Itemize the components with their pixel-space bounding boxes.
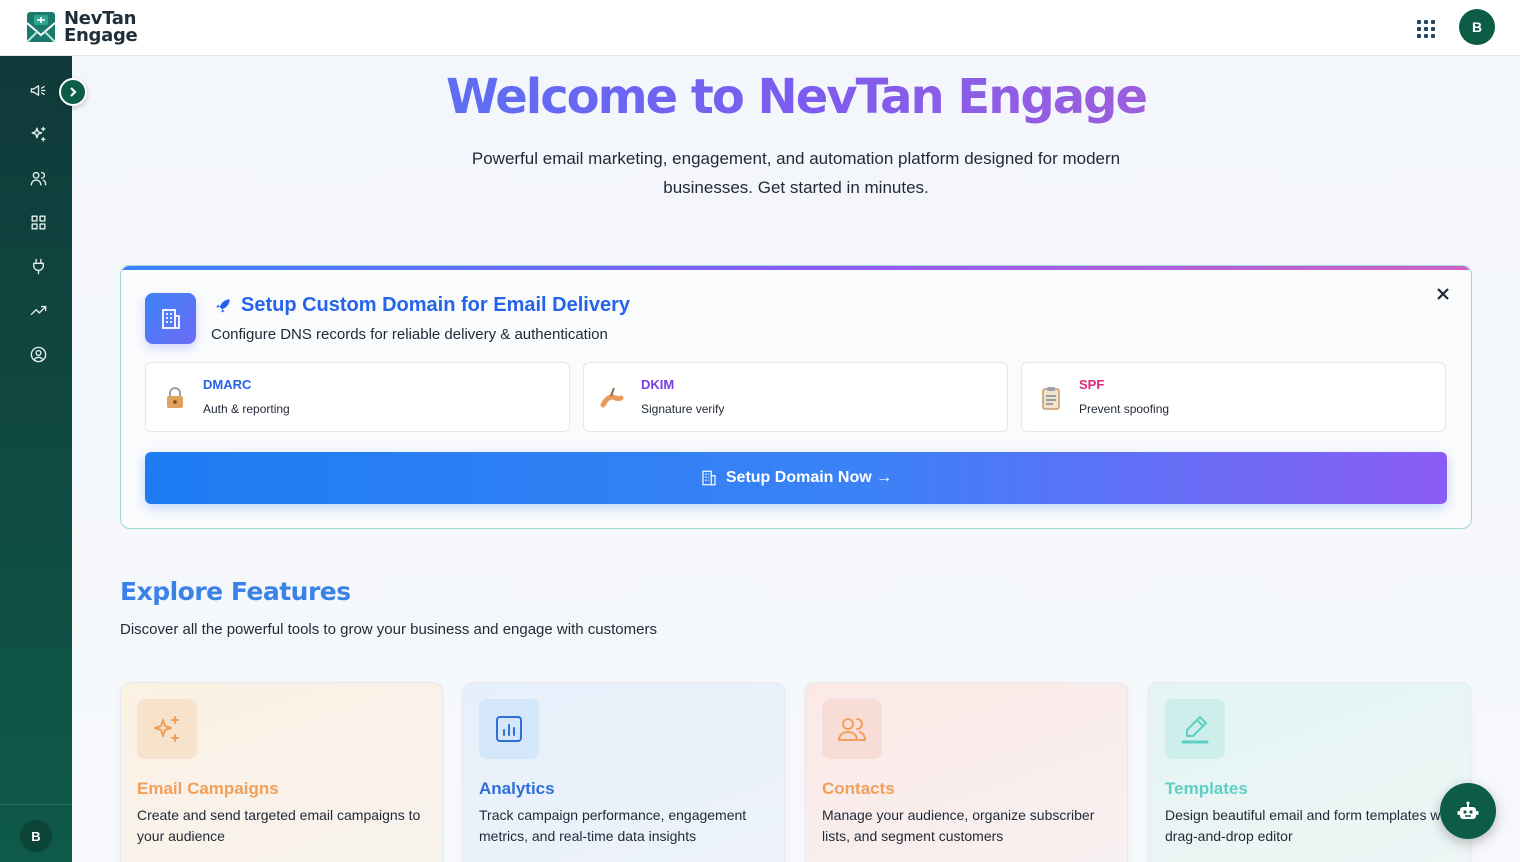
page-title: Welcome to NevTan Engage xyxy=(72,66,1520,128)
sidebar-avatar[interactable]: B xyxy=(20,820,52,852)
megaphone-icon[interactable] xyxy=(26,78,50,102)
pencil-icon xyxy=(1165,699,1225,759)
users-icon[interactable] xyxy=(26,166,50,190)
page-subtitle: Powerful email marketing, engagement, an… xyxy=(471,149,1121,197)
record-spf: SPF Prevent spoofing xyxy=(1021,362,1446,432)
grid-icon[interactable] xyxy=(26,210,50,234)
trend-icon[interactable] xyxy=(26,298,50,322)
sidebar: B xyxy=(0,56,72,862)
features-subtitle: Discover all the powerful tools to grow … xyxy=(120,621,657,638)
chevron-right-icon xyxy=(70,87,77,97)
close-icon[interactable] xyxy=(1433,284,1453,304)
domain-setup-card: Setup Custom Domain for Email Delivery C… xyxy=(120,265,1472,529)
feature-card-templates[interactable]: Templates Design beautiful email and for… xyxy=(1148,682,1471,862)
top-bar: NevTan Engage B xyxy=(0,0,1520,56)
logo[interactable]: NevTan Engage xyxy=(24,8,138,46)
user-circle-icon[interactable] xyxy=(26,342,50,366)
domain-card-subtitle: Configure DNS records for reliable deliv… xyxy=(211,326,608,343)
clipboard-icon xyxy=(1042,387,1060,410)
sidebar-expand-button[interactable] xyxy=(59,78,87,106)
feature-card-analytics[interactable]: Analytics Track campaign performance, en… xyxy=(462,682,785,862)
brand-name: NevTan Engage xyxy=(64,8,138,46)
card-accent-bar xyxy=(121,266,1471,270)
building-icon xyxy=(145,293,196,344)
chart-icon xyxy=(479,699,539,759)
lock-icon xyxy=(167,387,183,408)
sparkles-icon xyxy=(137,699,197,759)
features-title: Explore Features xyxy=(120,577,351,606)
apps-grid-icon[interactable] xyxy=(1414,17,1436,39)
users-icon xyxy=(822,699,882,759)
rocket-icon xyxy=(216,298,230,313)
main-content: Welcome to NevTan Engage Powerful email … xyxy=(72,56,1520,862)
user-avatar[interactable]: B xyxy=(1459,9,1495,45)
signature-icon xyxy=(600,387,624,408)
domain-card-title: Setup Custom Domain for Email Delivery xyxy=(213,294,630,317)
chatbot-button[interactable] xyxy=(1440,783,1496,839)
feature-card-email-campaigns[interactable]: Email Campaigns Create and send targeted… xyxy=(120,682,443,862)
setup-domain-button[interactable]: Setup Domain Now → xyxy=(145,452,1447,504)
record-dmarc: DMARC Auth & reporting xyxy=(145,362,570,432)
record-dkim: DKIM Signature verify xyxy=(583,362,1008,432)
building-icon xyxy=(702,470,716,486)
robot-icon xyxy=(1457,801,1479,819)
feature-card-contacts[interactable]: Contacts Manage your audience, organize … xyxy=(805,682,1128,862)
sparkles-icon[interactable] xyxy=(26,122,50,146)
logo-icon xyxy=(26,12,56,43)
sidebar-divider xyxy=(0,804,72,805)
plug-icon[interactable] xyxy=(26,254,50,278)
